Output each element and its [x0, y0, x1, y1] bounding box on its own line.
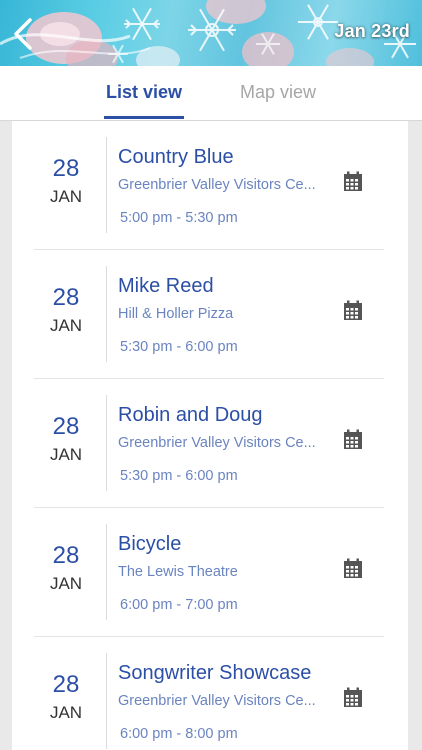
divider	[106, 137, 107, 233]
tab-map-view-label: Map view	[239, 82, 317, 102]
tab-list-view-label: List view	[105, 82, 183, 102]
event-date: 28 JAN	[34, 542, 98, 595]
event-date: 28 JAN	[34, 671, 98, 724]
event-day: 28	[52, 284, 80, 311]
event-date: 28 JAN	[34, 155, 98, 208]
event-day: 28	[52, 671, 80, 698]
tab-map-view[interactable]: Map view	[234, 66, 322, 120]
calendar-icon[interactable]	[342, 300, 364, 322]
event-month: JAN	[49, 187, 83, 206]
event-title: Bicycle	[118, 533, 182, 555]
header-date: Jan 23rd	[334, 21, 410, 41]
event-date: 28 JAN	[34, 413, 98, 466]
event-time: 6:00 pm - 8:00 pm	[120, 726, 238, 742]
header-banner: Jan 23rd	[0, 0, 422, 66]
event-day: 28	[52, 155, 80, 182]
back-chevron-icon[interactable]	[6, 14, 40, 54]
event-day: 28	[52, 542, 80, 569]
event-title: Songwriter Showcase	[118, 662, 312, 684]
calendar-icon[interactable]	[342, 429, 364, 451]
event-venue: Hill & Holler Pizza	[118, 306, 234, 322]
event-title: Country Blue	[118, 146, 234, 168]
calendar-icon[interactable]	[342, 687, 364, 709]
divider	[106, 524, 107, 620]
event-venue: The Lewis Theatre	[118, 564, 238, 580]
event-list: 28 JAN Country Blue Greenbrier Valley Vi…	[12, 121, 408, 750]
event-date: 28 JAN	[34, 284, 98, 337]
event-month: JAN	[49, 445, 83, 464]
divider	[106, 395, 107, 491]
event-venue: Greenbrier Valley Visitors Ce...	[118, 435, 316, 451]
event-month: JAN	[49, 316, 83, 335]
event-item[interactable]: 28 JAN Country Blue Greenbrier Valley Vi…	[12, 121, 408, 250]
event-title: Mike Reed	[118, 275, 214, 297]
event-item[interactable]: 28 JAN Bicycle The Lewis Theatre 6:00 pm…	[12, 508, 408, 637]
event-title: Robin and Doug	[118, 404, 263, 426]
event-venue: Greenbrier Valley Visitors Ce...	[118, 177, 316, 193]
event-item[interactable]: 28 JAN Robin and Doug Greenbrier Valley …	[12, 379, 408, 508]
active-tab-indicator	[104, 116, 184, 119]
view-tabs: List view Map view	[0, 66, 422, 121]
event-month: JAN	[49, 703, 83, 722]
tab-list-view[interactable]: List view	[104, 66, 184, 120]
event-time: 5:30 pm - 6:00 pm	[120, 468, 238, 484]
calendar-icon[interactable]	[342, 171, 364, 193]
event-item[interactable]: 28 JAN Mike Reed Hill & Holler Pizza 5:3…	[12, 250, 408, 379]
event-time: 6:00 pm - 7:00 pm	[120, 597, 238, 613]
event-venue: Greenbrier Valley Visitors Ce...	[118, 693, 316, 709]
event-item[interactable]: 28 JAN Songwriter Showcase Greenbrier Va…	[12, 637, 408, 750]
event-month: JAN	[49, 574, 83, 593]
divider	[106, 653, 107, 749]
calendar-icon[interactable]	[342, 558, 364, 580]
event-time: 5:00 pm - 5:30 pm	[120, 210, 238, 226]
event-time: 5:30 pm - 6:00 pm	[120, 339, 238, 355]
divider	[106, 266, 107, 362]
event-day: 28	[52, 413, 80, 440]
